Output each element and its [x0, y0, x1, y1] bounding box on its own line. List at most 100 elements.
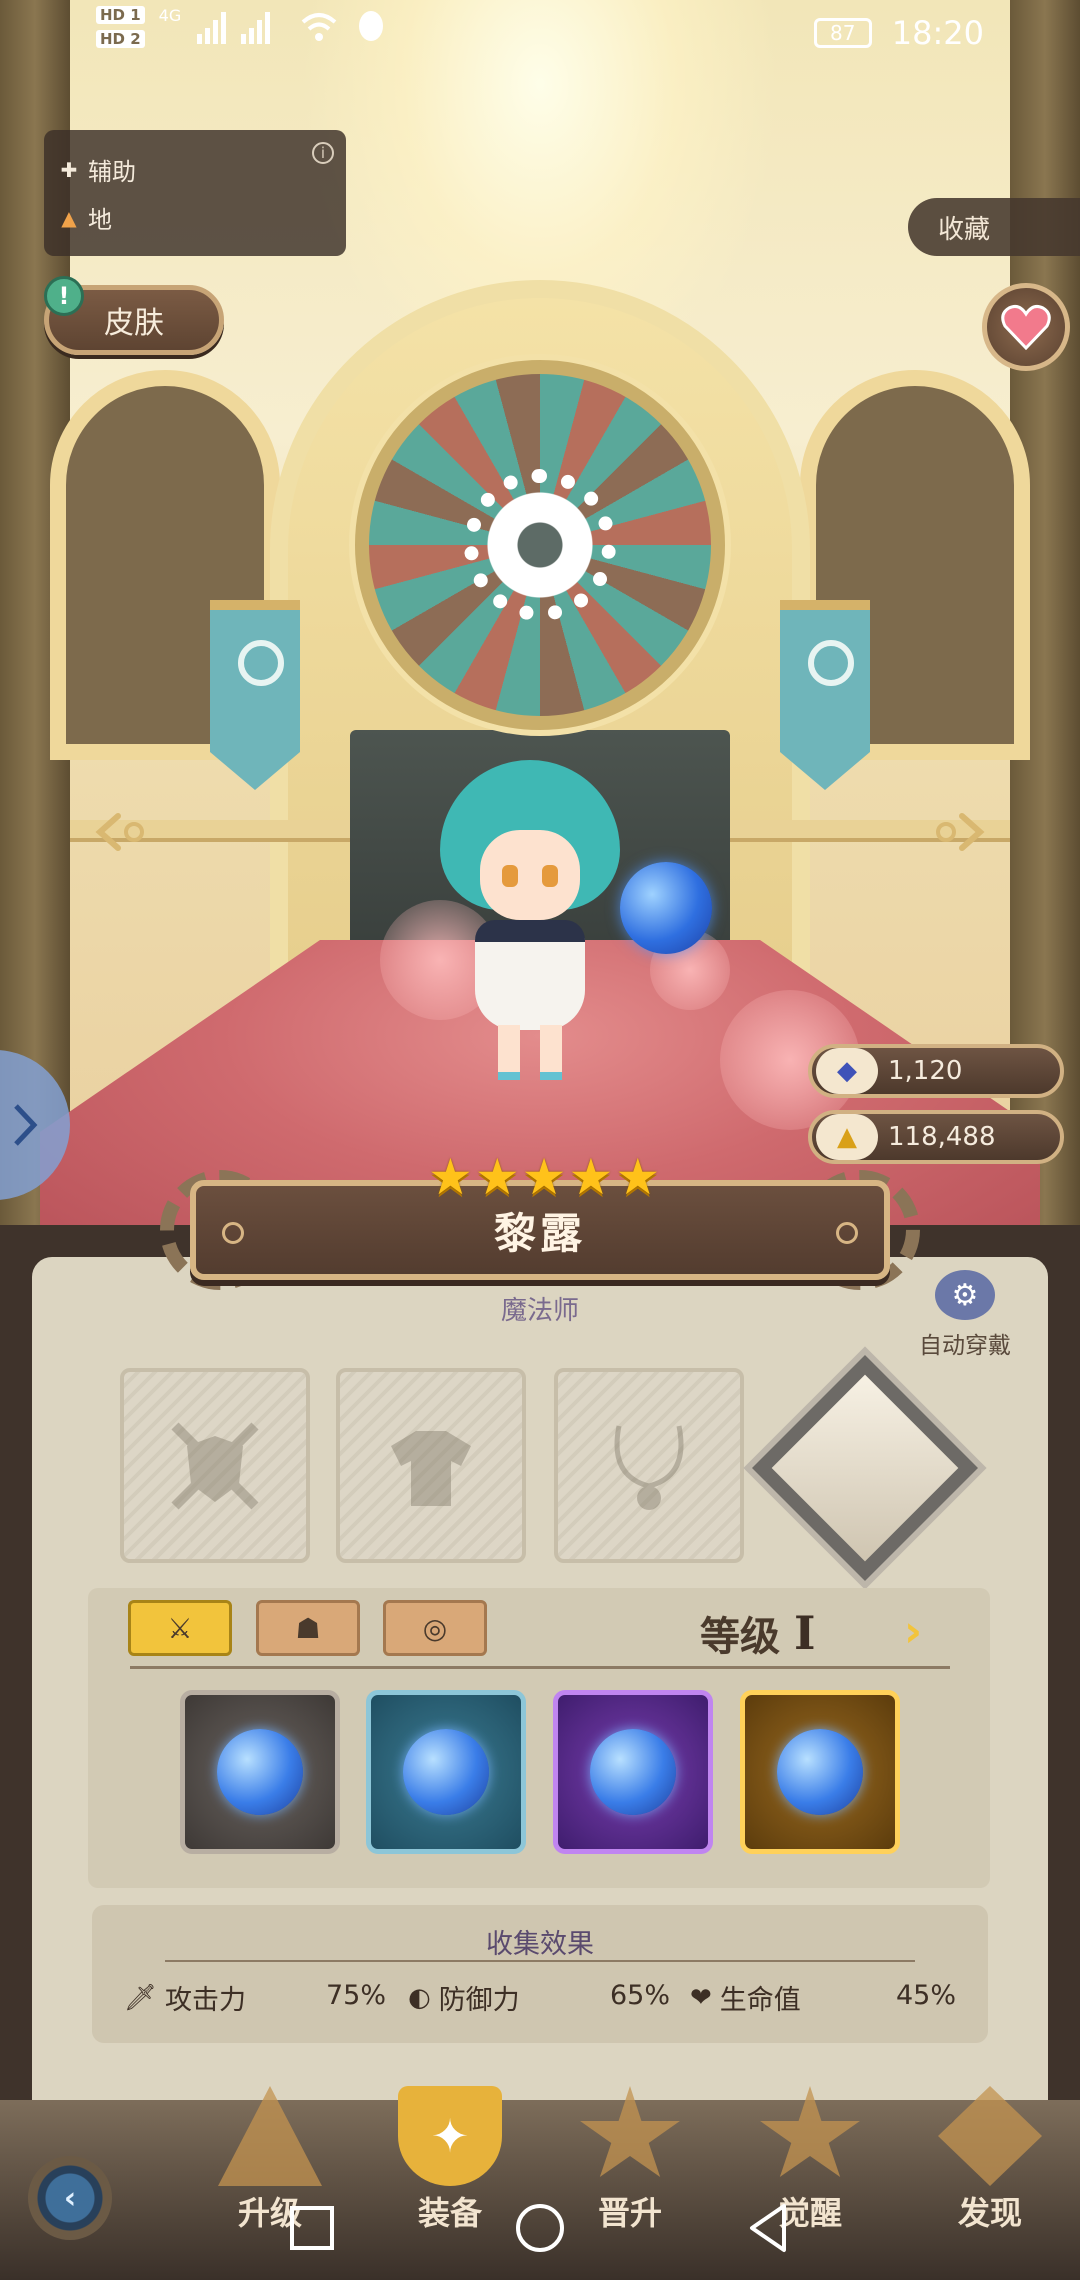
role-row: ✚ 辅助: [58, 152, 136, 187]
defense-label: 防御力: [438, 1985, 520, 2016]
hero-leg: [540, 1025, 562, 1080]
star-rating: ★ ★ ★ ★ ★: [428, 1152, 660, 1202]
nav-promote[interactable]: 晋升: [560, 2086, 700, 2234]
special-equipment-slot[interactable]: [743, 1346, 987, 1590]
armor-icon: [391, 1430, 471, 1506]
right-banner: [780, 600, 870, 790]
divider: [130, 1666, 950, 1669]
tab-accessory[interactable]: ◎: [383, 1600, 487, 1656]
clock: 18:20: [891, 14, 984, 52]
hero-body: [475, 920, 585, 1030]
discover-icon: [938, 2086, 1042, 2186]
defense-stat: ◐ 防御力: [408, 1978, 520, 2017]
sword-icon: 🗡: [124, 1982, 158, 2013]
auto-equip-gear-icon: ⚙: [935, 1270, 995, 1320]
promote-star-icon: [580, 2086, 680, 2177]
armor-filter-icon: ☗: [295, 1611, 321, 1645]
nav-label: 晋升: [597, 2194, 662, 2232]
nav-label: 发现: [957, 2194, 1022, 2232]
gold-pile-icon: ▲: [816, 1114, 878, 1160]
equipment-card-common[interactable]: [180, 1690, 340, 1854]
star-icon: ★: [428, 1148, 473, 1206]
info-icon[interactable]: i: [312, 142, 334, 164]
divider: [165, 1960, 915, 1962]
hp-value: 45%: [896, 1980, 957, 2011]
equipment-card-epic[interactable]: [553, 1690, 713, 1854]
heart-icon: ❤: [690, 1982, 712, 2013]
star-icon: ★: [521, 1148, 567, 1206]
blue-orb-icon: [590, 1729, 676, 1815]
alert-badge-icon: !: [44, 276, 84, 316]
left-banner: [210, 600, 300, 790]
nav-discover[interactable]: 发现: [920, 2086, 1060, 2234]
upgrade-icon: [218, 2086, 322, 2186]
rune-crystal-icon: [743, 1346, 987, 1590]
hero-info-card: ✚ 辅助 ▲ 地 i: [44, 130, 346, 256]
plate-ornament-icon: [836, 1222, 858, 1244]
back-button[interactable]: ‹: [28, 2156, 112, 2240]
hero-class: 魔法师: [500, 1296, 579, 1326]
shield-icon: ◐: [408, 1982, 431, 2013]
gear-emblem: [464, 469, 616, 621]
equip-shield-icon: ✦: [398, 2086, 502, 2186]
collect-button[interactable]: 收藏: [908, 198, 1080, 256]
wifi-icon: [301, 13, 337, 41]
hp-stat: ❤ 生命值: [690, 1978, 801, 2017]
auto-equip-button[interactable]: ⚙ 自动穿戴: [900, 1270, 1030, 1360]
weapon-filter-icon: ⚔: [167, 1611, 193, 1645]
sim2-indicator: HD 2: [96, 30, 145, 48]
next-level-chevron-icon[interactable]: ›: [904, 1606, 922, 1657]
network-label: 4G: [158, 6, 182, 25]
sim1-indicator: HD 1: [96, 6, 145, 24]
accessory-filter-icon: ◎: [422, 1611, 448, 1645]
home-icon[interactable]: [510, 2198, 570, 2258]
earth-element-icon: ▲: [61, 205, 77, 230]
equipment-card-rare[interactable]: [366, 1690, 526, 1854]
equipment-card-legendary[interactable]: [740, 1690, 900, 1854]
hero-eye: [542, 865, 558, 887]
attack-value: 75%: [326, 1980, 387, 2011]
accessory-slot[interactable]: [554, 1368, 744, 1563]
next-hero-arrow-icon[interactable]: [928, 810, 988, 854]
notification-icon: [359, 11, 384, 41]
hero-eye: [502, 865, 518, 887]
hero-face: [480, 830, 580, 920]
element-label: 地: [88, 206, 112, 234]
defense-value: 65%: [610, 1980, 671, 2011]
battery-indicator: 87: [813, 18, 872, 48]
favorite-heart-button[interactable]: [982, 283, 1070, 371]
gold-currency[interactable]: ▲ 118,488: [808, 1110, 1064, 1164]
level-label: 等级: [700, 1614, 780, 1660]
prev-hero-arrow-icon[interactable]: [92, 810, 152, 854]
chevron-right-icon: [14, 1104, 38, 1146]
skin-button-label: 皮肤: [104, 306, 164, 341]
hero-name: 黎露: [493, 1208, 586, 1258]
tab-armor[interactable]: ☗: [256, 1600, 360, 1656]
magic-orb: [620, 862, 712, 954]
tab-weapon[interactable]: ⚔: [128, 1600, 232, 1656]
hp-label: 生命值: [719, 1985, 801, 2016]
star-icon: ★: [615, 1148, 661, 1206]
collection-title: 收集效果: [486, 1929, 594, 1960]
blue-orb-icon: [217, 1729, 303, 1815]
system-back-icon[interactable]: [740, 2198, 800, 2258]
chevron-left-icon: ‹: [63, 2180, 77, 2216]
blue-orb-icon: [777, 1729, 863, 1815]
star-icon: ★: [474, 1148, 520, 1206]
recent-apps-icon[interactable]: [282, 2198, 342, 2258]
weapon-slot[interactable]: [120, 1368, 310, 1563]
hero-leg: [498, 1025, 520, 1080]
heart-icon: [1001, 305, 1051, 350]
armor-slot[interactable]: [336, 1368, 526, 1563]
level-selector[interactable]: 等级 I: [700, 1604, 816, 1662]
element-row: ▲ 地: [58, 200, 112, 235]
gem-currency[interactable]: ◆ 1,120: [808, 1044, 1064, 1098]
plate-ornament-icon: [222, 1222, 244, 1244]
hero-character[interactable]: [430, 760, 630, 1080]
necklace-icon: [614, 1425, 684, 1510]
nav-equip[interactable]: ✦ 装备: [380, 2086, 520, 2234]
status-bar: HD 1 HD 2 4G 87 18:20: [0, 0, 1080, 70]
gem-amount: 1,120: [888, 1056, 963, 1086]
gold-amount: 118,488: [888, 1122, 996, 1152]
star-icon: ★: [568, 1148, 614, 1206]
